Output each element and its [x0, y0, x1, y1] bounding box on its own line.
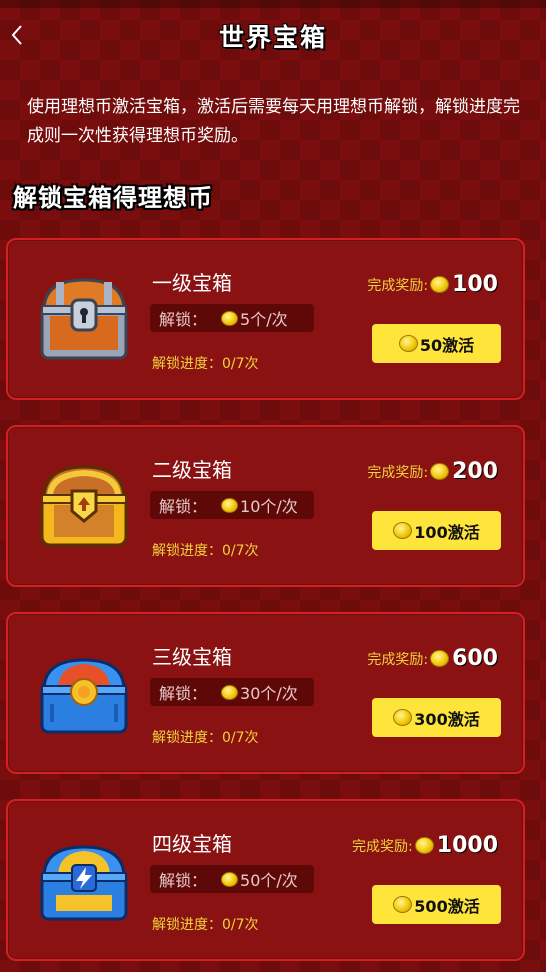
- reward-label: 完成奖励:: [352, 838, 413, 855]
- coin-icon: [393, 709, 413, 726]
- reward-label: 完成奖励:: [367, 277, 429, 294]
- description-text: 使用理想币激活宝箱，激活后需要每天用理想币解锁，解锁进度完成则一次性获得理想币奖…: [27, 97, 520, 146]
- unlock-progress: 解锁进度：0/7次: [152, 730, 259, 746]
- status-bar: [0, 0, 546, 8]
- unlock-cost: 解锁： 50个/次: [150, 865, 314, 893]
- coin-icon: [430, 276, 450, 293]
- coin-icon: [430, 650, 450, 667]
- activate-button[interactable]: 500激活: [372, 885, 501, 924]
- unlock-progress: 解锁进度：0/7次: [152, 356, 259, 372]
- reward: 完成奖励: 600: [367, 646, 498, 671]
- unlock-cost-value: 50个/次: [240, 871, 298, 890]
- unlock-label: 解锁：: [159, 497, 208, 516]
- chest-card-2: 二级宝箱 解锁： 10个/次 解锁进度：0/7次 完成奖励: 200 100激活: [6, 425, 525, 587]
- coin-icon: [393, 522, 413, 539]
- reward-value: 100: [452, 272, 498, 297]
- unlock-label: 解锁：: [159, 871, 208, 890]
- card-title: 二级宝箱: [152, 458, 232, 482]
- unlock-cost-value: 10个/次: [240, 497, 298, 516]
- coin-icon: [221, 684, 239, 700]
- coin-icon: [430, 463, 450, 480]
- reward-label: 完成奖励:: [367, 464, 429, 481]
- unlock-cost: 解锁： 30个/次: [150, 678, 314, 706]
- gold-chest-icon: [40, 465, 128, 547]
- activate-button[interactable]: 300激活: [372, 698, 501, 737]
- activate-button-label: 100激活: [414, 522, 480, 542]
- blue-chest-icon: [40, 658, 128, 734]
- unlock-cost-value: 30个/次: [240, 684, 298, 703]
- unlock-label: 解锁：: [159, 684, 208, 703]
- unlock-cost: 解锁： 10个/次: [150, 491, 314, 519]
- chest-card-4: 四级宝箱 解锁： 50个/次 解锁进度：0/7次 完成奖励: 1000 500激…: [6, 799, 525, 961]
- unlock-cost: 解锁： 5个/次: [150, 304, 314, 332]
- reward: 完成奖励: 200: [367, 459, 498, 484]
- activate-button-label: 500激活: [414, 896, 480, 916]
- reward-value: 1000: [436, 833, 498, 858]
- unlock-progress: 解锁进度：0/7次: [152, 543, 259, 559]
- reward-value: 600: [452, 646, 498, 671]
- coin-icon: [414, 837, 434, 854]
- reward-label: 完成奖励:: [367, 651, 429, 668]
- reward-value: 200: [452, 459, 498, 484]
- card-title: 四级宝箱: [152, 832, 232, 856]
- unlock-cost-value: 5个/次: [240, 310, 288, 329]
- activate-button-label: 300激活: [414, 709, 480, 729]
- steel-chest-icon: [40, 278, 128, 360]
- unlock-label: 解锁：: [159, 310, 208, 329]
- activate-button-label: 50激活: [419, 335, 475, 355]
- coin-icon: [393, 896, 413, 913]
- section-title: 解锁宝箱得理想币: [13, 184, 213, 212]
- coin-icon: [398, 335, 418, 352]
- reward: 完成奖励: 100: [367, 272, 498, 297]
- card-title: 三级宝箱: [152, 645, 232, 669]
- chest-card-3: 三级宝箱 解锁： 30个/次 解锁进度：0/7次 完成奖励: 600 300激活: [6, 612, 525, 774]
- activate-button[interactable]: 100激活: [372, 511, 501, 550]
- unlock-progress: 解锁进度：0/7次: [152, 917, 259, 933]
- card-title: 一级宝箱: [152, 271, 232, 295]
- reward: 完成奖励: 1000: [352, 833, 498, 858]
- chest-card-1: 一级宝箱 解锁： 5个/次 解锁进度：0/7次 完成奖励: 100 50激活: [6, 238, 525, 400]
- activate-button[interactable]: 50激活: [372, 324, 501, 363]
- coin-icon: [221, 497, 239, 513]
- coin-icon: [221, 871, 239, 887]
- lightning-chest-icon: [40, 845, 128, 921]
- header: 世界宝箱: [0, 12, 546, 58]
- coin-icon: [221, 310, 239, 326]
- page-title: 世界宝箱: [218, 23, 327, 52]
